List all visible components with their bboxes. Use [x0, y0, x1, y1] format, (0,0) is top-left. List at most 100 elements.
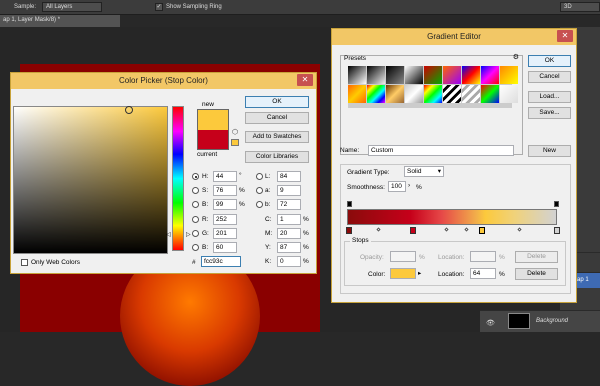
color-stop[interactable]: [346, 227, 352, 234]
green-field[interactable]: 201: [213, 228, 237, 239]
location-field-1[interactable]: [470, 251, 496, 262]
show-ring-checkbox[interactable]: ✓: [155, 3, 163, 11]
hue-radio[interactable]: [192, 173, 199, 180]
preset-swatch[interactable]: [443, 85, 461, 103]
magenta-field[interactable]: 20: [277, 228, 301, 239]
preset-swatch[interactable]: [481, 66, 499, 84]
red-field[interactable]: 252: [213, 214, 237, 225]
hue-slider-handle-left[interactable]: ◁: [166, 231, 171, 238]
green-radio[interactable]: [192, 230, 199, 237]
green-label: G:: [202, 230, 209, 237]
new-button[interactable]: New: [528, 145, 571, 157]
preset-swatch[interactable]: [348, 85, 366, 103]
black-field[interactable]: 0: [277, 256, 301, 267]
hue-field[interactable]: 44: [213, 171, 237, 182]
smoothness-field[interactable]: 100: [388, 181, 406, 192]
load-button[interactable]: Load...: [528, 91, 571, 103]
opacity-label: Opacity:: [360, 254, 384, 261]
name-field[interactable]: Custom: [368, 145, 514, 156]
eye-icon[interactable]: 👁: [486, 319, 495, 327]
saturation-radio[interactable]: [192, 187, 199, 194]
color-stop-selected[interactable]: [479, 227, 485, 234]
show-ring-label: Show Sampling Ring: [166, 4, 222, 10]
gradient-bar[interactable]: [347, 209, 557, 225]
preset-swatch[interactable]: [424, 66, 442, 84]
red-radio[interactable]: [192, 216, 199, 223]
gear-icon[interactable]: ⚙: [513, 53, 519, 61]
saturation-label: S:: [202, 187, 209, 194]
brightness-unit: %: [239, 201, 245, 208]
ok-button[interactable]: OK: [245, 96, 309, 108]
preset-swatch[interactable]: [424, 85, 442, 103]
color-libraries-button[interactable]: Color Libraries: [245, 151, 309, 163]
smoothness-arrow-icon[interactable]: ›: [408, 182, 410, 189]
preset-swatch[interactable]: [481, 85, 499, 103]
preset-swatch[interactable]: [367, 85, 385, 103]
cancel-button[interactable]: Cancel: [245, 112, 309, 124]
blue-radio[interactable]: [192, 244, 199, 251]
gradient-type-label: Gradient Type:: [347, 169, 390, 176]
preset-swatch[interactable]: [386, 66, 404, 84]
opacity-stop-right[interactable]: [554, 201, 559, 207]
preset-swatch[interactable]: [405, 66, 423, 84]
preset-swatch[interactable]: [348, 66, 366, 84]
cyan-field[interactable]: 1: [277, 214, 301, 225]
saturation-field[interactable]: 76: [213, 185, 237, 196]
location-unit-1: %: [499, 254, 505, 261]
layer-name: Background: [536, 318, 569, 324]
lab-l-radio[interactable]: [256, 173, 263, 180]
stop-color-swatch[interactable]: [390, 268, 416, 279]
delete-color-stop-button[interactable]: Delete: [515, 268, 558, 280]
workspace-3d-select[interactable]: 3D: [560, 2, 600, 12]
color-stop[interactable]: [554, 227, 560, 234]
lab-b-radio[interactable]: [256, 201, 263, 208]
color-selector-ring[interactable]: [125, 106, 133, 114]
brightness-radio[interactable]: [192, 201, 199, 208]
cyan-unit: %: [303, 216, 309, 223]
opacity-field[interactable]: [390, 251, 416, 262]
preset-swatch[interactable]: [462, 66, 480, 84]
opacity-stop-left[interactable]: [347, 201, 352, 207]
location-field-2[interactable]: 64: [470, 268, 496, 279]
lab-a-field[interactable]: 9: [277, 185, 301, 196]
presets-label: Presets: [344, 55, 367, 62]
name-label: Name:: [340, 147, 360, 154]
presets-group: Presets ⚙: [340, 53, 523, 155]
add-to-swatches-button[interactable]: Add to Swatches: [245, 131, 309, 143]
preset-swatch[interactable]: [500, 85, 518, 103]
brightness-field[interactable]: 99: [213, 199, 237, 210]
document-tab[interactable]: ap 1, Layer Mask/8) *: [0, 15, 120, 27]
lab-b-field[interactable]: 72: [277, 199, 301, 210]
lab-a-radio[interactable]: [256, 187, 263, 194]
hue-slider[interactable]: [172, 106, 184, 251]
only-web-colors-checkbox[interactable]: [21, 259, 28, 266]
preset-swatch[interactable]: [443, 66, 461, 84]
web-safe-swatch[interactable]: [231, 139, 239, 146]
hue-slider-handle-right[interactable]: ▷: [186, 231, 191, 238]
saturation-unit: %: [239, 187, 245, 194]
lab-l-label: L:: [265, 173, 271, 180]
preset-swatch[interactable]: [386, 85, 404, 103]
blue-field[interactable]: 60: [213, 242, 237, 253]
color-stop[interactable]: [410, 227, 416, 234]
delete-opacity-stop-button[interactable]: Delete: [515, 251, 558, 263]
yellow-field[interactable]: 87: [277, 242, 301, 253]
gradient-type-select[interactable]: Solid ▾: [404, 166, 444, 177]
saturation-brightness-field[interactable]: [13, 106, 168, 254]
close-icon[interactable]: ✕: [557, 30, 573, 42]
preset-swatch[interactable]: [500, 66, 518, 84]
preset-swatch[interactable]: [405, 85, 423, 103]
close-icon[interactable]: ✕: [297, 74, 313, 86]
options-bar: Sample: All Layers ✓ Show Sampling Ring …: [0, 0, 600, 15]
hex-field[interactable]: fcc93c: [201, 256, 241, 267]
preset-swatch[interactable]: [462, 85, 480, 103]
cancel-button[interactable]: Cancel: [528, 71, 571, 83]
color-dropdown-icon[interactable]: ▸: [418, 269, 421, 277]
ok-button[interactable]: OK: [528, 55, 571, 67]
save-button[interactable]: Save...: [528, 107, 571, 119]
preset-swatch[interactable]: [367, 66, 385, 84]
current-color-swatch[interactable]: [197, 130, 229, 150]
lab-l-field[interactable]: 84: [277, 171, 301, 182]
sample-select[interactable]: All Layers: [42, 2, 102, 12]
cube-icon[interactable]: ⬡: [231, 129, 239, 137]
